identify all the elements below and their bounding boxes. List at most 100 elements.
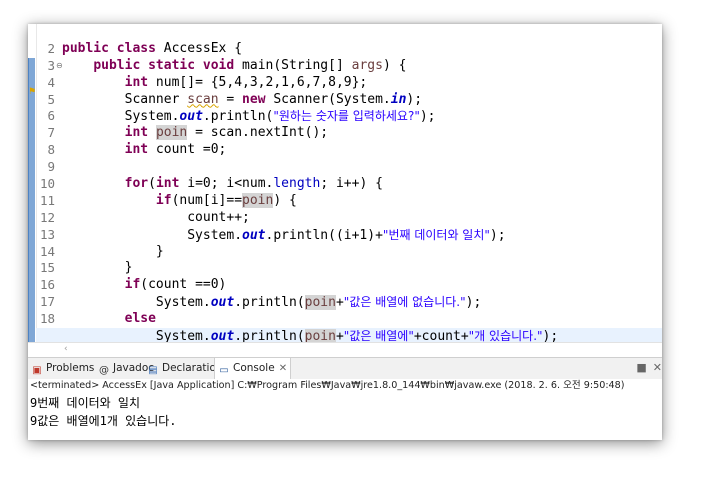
code-token: i=0; i<num. — [179, 176, 274, 192]
warning-variable[interactable]: scan — [187, 92, 218, 107]
code-token: main(String[] — [234, 57, 352, 73]
code-text: else — [62, 311, 156, 328]
highlighted-variable: poin — [304, 295, 336, 311]
code-token: System. — [187, 227, 243, 243]
static-field: out — [210, 329, 235, 342]
code-token: +count+ — [413, 329, 469, 342]
code-editor[interactable]: ⚑ 2 3 public class AccessEx { 4 ⊖ public… — [28, 24, 662, 342]
remove-launch-icon[interactable]: ✕ — [653, 361, 662, 374]
close-icon[interactable]: ✕ — [279, 363, 287, 374]
tab-javadoc[interactable]: @ Javadoc — [98, 358, 154, 379]
code-line: 19 else — [36, 311, 662, 342]
code-token: ); — [419, 109, 436, 125]
code-line: 12 if(num[i]==poin) { — [36, 192, 662, 225]
code-token: ) { — [273, 192, 297, 208]
keyword: else — [124, 311, 156, 327]
problems-icon: ▣ — [32, 365, 42, 376]
keyword: public — [93, 57, 141, 73]
code-token: Scanner(System. — [265, 91, 391, 107]
code-token: (num[i]== — [171, 192, 243, 208]
keyword: static — [148, 57, 196, 73]
code-line: 16 } — [36, 260, 662, 292]
class-name: AccessEx { — [155, 40, 243, 56]
console-line: 9번째 데이터와 일치 — [30, 396, 140, 410]
code-token: ) { — [382, 57, 407, 73]
highlighted-variable: poin — [304, 329, 336, 342]
code-token: ); — [406, 91, 423, 107]
tab-label: Console — [233, 362, 275, 374]
keyword: if — [124, 277, 141, 293]
code-text: if(num[i]==poin) { — [62, 192, 297, 210]
code-token: .println( — [234, 329, 305, 342]
string-literal: "값은 배열에 없습니다." — [343, 295, 466, 310]
code-line: 13 count++; — [36, 210, 662, 242]
code-token: } — [155, 243, 164, 259]
code-token: = — [218, 91, 243, 107]
console-status: <terminated> AccessEx [Java Application]… — [30, 380, 625, 391]
code-line: 17 if(count ==0) — [36, 277, 662, 309]
code-token: Scanner — [124, 91, 188, 107]
code-line: 4 ⊖ public static void main(String[] arg… — [36, 57, 662, 90]
view-tab-bar: ▣ Problems @ Javadoc ▤ Declaration ▭ Console… — [28, 357, 662, 380]
code-token: .println((i+1)+ — [265, 227, 383, 243]
keyword: void — [202, 57, 235, 73]
code-token: System. — [155, 295, 211, 311]
code-line: 10 — [36, 159, 662, 191]
code-text: System.out.println("원하는 숫자를 입력하세요?"); — [62, 108, 436, 126]
code-text: System.out.println(poin+"값은 배열에"+count+"… — [62, 328, 558, 342]
static-field: out — [242, 227, 266, 243]
code-text: System.out.println(poin+"값은 배열에 없습니다."); — [62, 294, 481, 312]
stop-icon[interactable]: ■ — [636, 361, 646, 374]
code-line: 9 int count =0; — [36, 142, 662, 174]
code-text: } — [62, 244, 164, 261]
code-line: 7 System.out.println("원하는 숫자를 입력하세요?"); — [36, 108, 662, 140]
code-line-current: 20 System.out.println(poin+"값은 배열에"+coun… — [36, 328, 662, 342]
code-text: Scanner scan = new Scanner(System.in); — [62, 92, 422, 109]
code-line: 15 } — [36, 244, 662, 276]
code-text: System.out.println((i+1)+"번째 데이터와 일치"); — [62, 227, 505, 245]
code-line: 3 public class AccessEx { — [36, 41, 662, 73]
static-field: in — [390, 91, 407, 107]
keyword: int — [124, 142, 149, 158]
code-text: int count =0; — [62, 142, 227, 159]
code-line: 18 System.out.println(poin+"값은 배열에 없습니다.… — [36, 294, 662, 326]
code-token: System. — [155, 329, 211, 342]
tab-declaration[interactable]: ▤ Declaration — [147, 358, 222, 379]
change-marker — [28, 58, 35, 342]
code-token: } — [124, 260, 133, 276]
code-text: public class AccessEx { — [62, 41, 242, 58]
keyword: class — [116, 40, 156, 56]
code-token: ); — [465, 295, 482, 311]
string-literal: "개 있습니다." — [468, 329, 543, 342]
code-text: } — [62, 260, 133, 277]
code-text: if(count ==0) — [62, 277, 227, 294]
horizontal-scrollbar[interactable]: ‹ — [28, 342, 662, 357]
keyword: int — [124, 74, 149, 90]
static-field: out — [210, 295, 235, 311]
code-line: 2 — [36, 24, 662, 56]
code-text: for(int i=0; i<num.length; i++) { — [62, 176, 383, 193]
code-lines: 2 3 public class AccessEx { 4 ⊖ public s… — [36, 24, 662, 342]
tab-problems[interactable]: ▣ Problems — [31, 358, 94, 379]
code-token: ; i++) { — [320, 176, 383, 192]
code-token: = scan.nextInt(); — [187, 125, 329, 141]
highlighted-variable: poin — [242, 192, 274, 208]
declaration-icon: ▤ — [148, 365, 158, 376]
code-line: 6 Scanner scan = new Scanner(System.in); — [36, 92, 662, 124]
scroll-left-icon[interactable]: ‹ — [64, 343, 68, 356]
javadoc-icon: @ — [99, 365, 109, 376]
console-line: 9값은 배열에1개 있습니다. — [30, 414, 177, 428]
code-token: + — [335, 329, 344, 342]
code-token: (count ==0) — [140, 277, 227, 293]
code-token: .println( — [202, 109, 274, 125]
field: length — [273, 176, 321, 192]
code-token: .println( — [234, 295, 305, 311]
tab-console[interactable]: ▭ Console ✕ — [214, 358, 292, 380]
eclipse-window: ⚑ 2 3 public class AccessEx { 4 ⊖ public… — [28, 24, 662, 440]
code-text: int num[]= {5,4,3,2,1,6,7,8,9}; — [62, 74, 368, 92]
keyword: for — [124, 176, 149, 192]
console-toolbar: ■ ✕ — [636, 361, 662, 375]
string-literal: "원하는 숫자를 입력하세요?" — [273, 109, 420, 124]
console-output-area[interactable]: <terminated> AccessEx [Java Application]… — [28, 379, 662, 440]
keyword: new — [242, 91, 266, 107]
